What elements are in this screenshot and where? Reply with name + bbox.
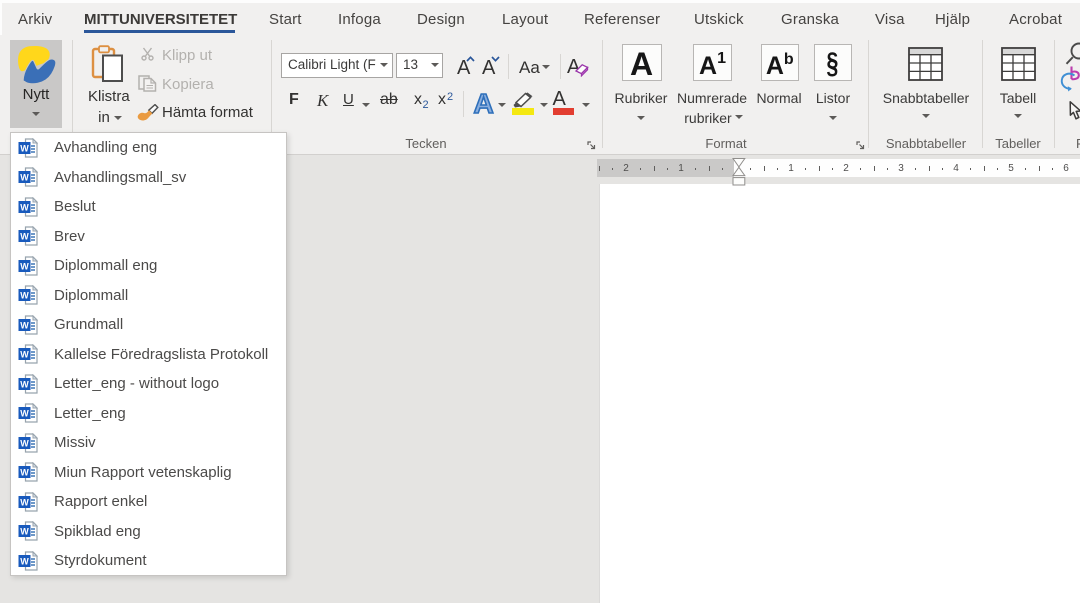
svg-text:W: W bbox=[20, 291, 29, 301]
svg-text:W: W bbox=[20, 320, 29, 330]
svg-text:W: W bbox=[20, 556, 29, 566]
svg-text:W: W bbox=[20, 468, 29, 478]
svg-text:W: W bbox=[20, 409, 29, 419]
svg-text:W: W bbox=[20, 202, 29, 212]
svg-text:W: W bbox=[20, 527, 29, 537]
svg-text:W: W bbox=[20, 350, 29, 360]
svg-text:W: W bbox=[20, 173, 29, 183]
svg-text:W: W bbox=[20, 261, 29, 271]
svg-text:W: W bbox=[20, 438, 29, 448]
svg-text:W: W bbox=[20, 232, 29, 242]
svg-text:W: W bbox=[20, 497, 29, 507]
svg-text:W: W bbox=[20, 379, 29, 389]
svg-text:W: W bbox=[20, 143, 29, 153]
